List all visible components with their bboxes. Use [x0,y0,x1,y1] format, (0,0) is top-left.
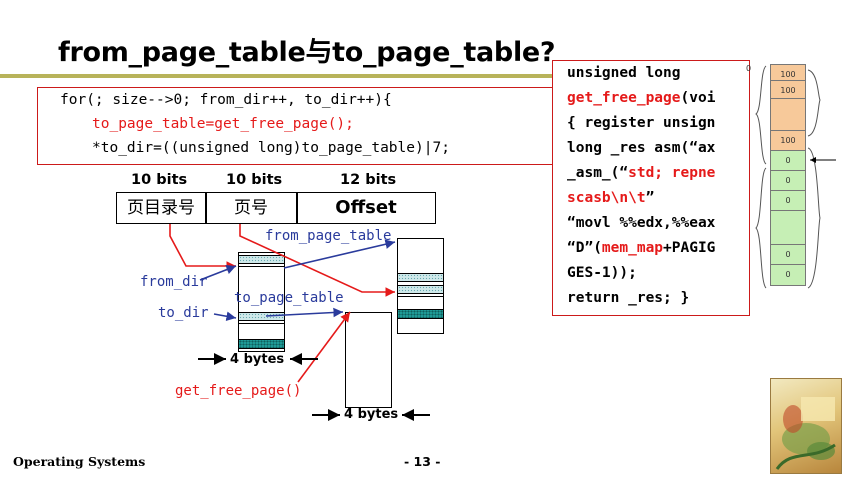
mem-cell-free: 0 [770,244,806,266]
book-cover-image [770,378,842,474]
arrow-from-page-table [283,239,396,269]
book-cover-art [775,397,836,470]
arrow-from-dir [199,265,237,281]
popup-mem-map: mem_map [601,240,664,256]
arrow-to-page-table [265,307,344,318]
mem-cell-free-gap [770,210,806,248]
popup-asm-open: _asm_(“ [567,165,629,181]
column-brace-left [755,65,767,165]
popup-line-5: _asm_(“std; repne [567,165,715,181]
popup-fn-args: (voi [680,90,716,106]
arrow-page-index [239,224,395,297]
arrow-get-free-page [297,311,351,383]
popup-line-6: scasb\n\t” [567,190,654,206]
arrow-dir-index [169,224,236,271]
brace-upper [807,69,821,137]
popup-fn-name: get_free_page [567,90,681,106]
popup-line-8: “D”(mem_map+PAGIG [567,240,715,256]
mem-cell-free: 0 [770,190,806,212]
popup-asm-quote: ” [645,190,655,206]
popup-line-7: “movl %%edx,%%eax [567,215,716,231]
footer-page-number: - 13 - [404,454,441,469]
mem-cell-used: 100 [770,130,806,152]
footer-course: Operating Systems [13,454,146,469]
popup-line-9: GES-1)); [567,265,637,281]
popup-line-4: long _res asm(“ax [567,140,716,156]
mem-cell-free: 0 [770,264,806,286]
brace-lower [807,147,821,289]
popup-line-1: unsigned long [567,65,681,81]
popup-line-3: { register unsign [567,115,716,131]
arrow-to-dir [213,311,237,322]
popup-line-10: return _res; } [567,290,690,306]
mem-map-column: 100 100 100 0 0 0 0 0 [770,64,806,290]
popup-d-reg: “D”( [567,240,602,256]
popup-paging: +PAGIG [663,240,716,256]
mem-map-zero-label: 0 [746,64,752,73]
popup-asm-std: std; repne [628,165,716,181]
mem-cell-free: 0 [770,170,806,192]
get-free-page-code-popup: unsigned long get_free_page(voi { regist… [552,60,750,316]
popup-asm-scasb: scasb\n\t [567,190,646,206]
popup-line-2: get_free_page(voi [567,90,715,106]
mem-cell-free: 0 [770,150,806,172]
column-brace-left [755,167,767,289]
